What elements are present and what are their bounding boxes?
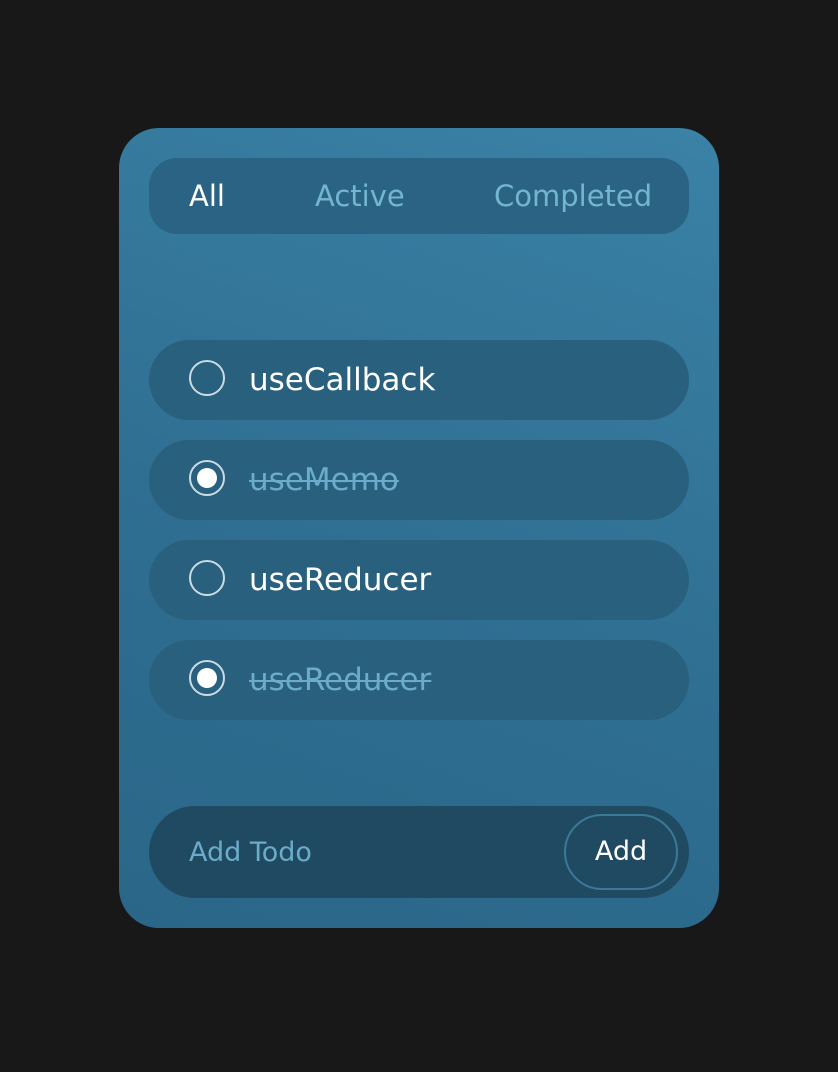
radio-checked-dot [197, 668, 217, 688]
todo-toggle-radio[interactable] [189, 660, 225, 696]
todo-label: useCallback [249, 362, 436, 398]
tab-completed[interactable]: Completed [494, 158, 652, 234]
filter-tabs: All Active Completed [149, 158, 689, 234]
radio-checked-dot [197, 468, 217, 488]
todo-toggle-radio[interactable] [189, 560, 225, 596]
todo-card: All Active Completed useCallback useMemo… [119, 128, 719, 928]
todo-item[interactable]: useCallback [149, 340, 689, 420]
todo-label: useReducer [249, 662, 432, 698]
todo-item[interactable]: useMemo [149, 440, 689, 520]
todo-label: useMemo [249, 462, 399, 498]
todo-item[interactable]: useReducer [149, 540, 689, 620]
todo-item[interactable]: useReducer [149, 640, 689, 720]
add-button[interactable]: Add [564, 814, 678, 890]
todo-toggle-radio[interactable] [189, 460, 225, 496]
tab-all[interactable]: All [189, 158, 225, 234]
add-todo-input[interactable] [189, 806, 549, 898]
todo-toggle-radio[interactable] [189, 360, 225, 396]
add-todo-bar: Add [149, 806, 689, 898]
tab-active[interactable]: Active [315, 158, 405, 234]
todo-label: useReducer [249, 562, 432, 598]
